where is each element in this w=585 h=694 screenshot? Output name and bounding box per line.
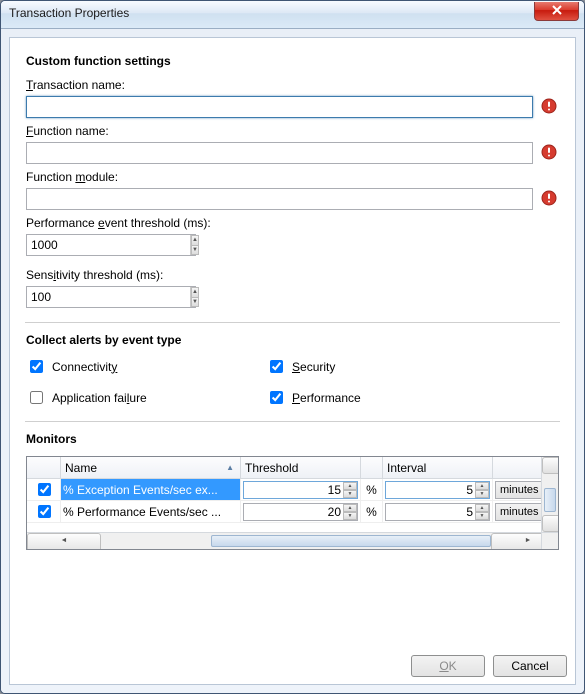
scrollbar-corner xyxy=(541,532,558,549)
monitors-table: Name▲ Threshold Interval % Exception Eve… xyxy=(26,456,559,550)
separator xyxy=(25,421,560,422)
checkbox-security[interactable]: Security xyxy=(266,357,506,376)
col-header-unit[interactable] xyxy=(361,457,383,479)
error-icon xyxy=(541,98,557,114)
scroll-thumb[interactable] xyxy=(211,535,491,547)
function-name-input[interactable] xyxy=(26,142,533,164)
checkbox-performance[interactable]: Performance xyxy=(266,388,506,407)
row-unit: % xyxy=(366,483,377,497)
sens-threshold-spinner[interactable]: ▲▼ xyxy=(26,286,196,308)
row-name: % Performance Events/sec ... xyxy=(63,505,238,519)
label-perf-threshold: Performance event threshold (ms): xyxy=(26,216,559,230)
row-unit: % xyxy=(366,505,377,519)
row-threshold-spinner[interactable]: ▲▼ xyxy=(243,481,358,499)
cancel-button[interactable]: Cancel xyxy=(493,655,567,677)
perf-threshold-spinner[interactable]: ▲▼ xyxy=(26,234,196,256)
window-title: Transaction Properties xyxy=(9,6,129,20)
table-row[interactable]: % Performance Events/sec ... ▲▼ % ▲▼ min… xyxy=(27,501,559,523)
dialog-footer: OK Cancel xyxy=(10,648,575,684)
row-interval-spinner[interactable]: ▲▼ xyxy=(385,481,490,499)
table-row[interactable]: % Exception Events/sec ex... ▲▼ % ▲▼ min… xyxy=(27,479,559,501)
sens-threshold-input[interactable] xyxy=(27,287,190,307)
error-icon xyxy=(541,190,557,206)
horizontal-scrollbar[interactable]: ◄ ► xyxy=(27,532,541,549)
row-name: % Exception Events/sec ex... xyxy=(63,483,238,497)
content-panel: Custom function settings Transaction nam… xyxy=(9,37,576,685)
transaction-name-input[interactable] xyxy=(26,96,533,118)
row-checkbox[interactable] xyxy=(38,483,51,496)
separator xyxy=(25,322,560,323)
dialog-window: Transaction Properties Custom function s… xyxy=(0,0,585,694)
title-bar[interactable]: Transaction Properties xyxy=(1,1,584,29)
spin-up[interactable]: ▲ xyxy=(191,287,199,297)
perf-threshold-input[interactable] xyxy=(27,235,190,255)
dialog-body: Custom function settings Transaction nam… xyxy=(1,29,584,693)
section-heading-monitors: Monitors xyxy=(26,432,559,446)
spin-down[interactable]: ▼ xyxy=(191,297,199,308)
checkbox-failure[interactable]: Application failure xyxy=(26,388,266,407)
spin-up[interactable]: ▲ xyxy=(191,235,199,245)
table-header: Name▲ Threshold Interval xyxy=(27,457,559,479)
vertical-scrollbar[interactable]: ▲ ▼ xyxy=(541,457,558,532)
error-icon xyxy=(541,144,557,160)
label-transaction-name: Transaction name: xyxy=(26,78,559,92)
scroll-up-button[interactable]: ▲ xyxy=(542,457,559,474)
col-header-check[interactable] xyxy=(27,457,61,479)
label-function-name: Function name: xyxy=(26,124,559,138)
col-header-interval[interactable]: Interval xyxy=(383,457,493,479)
sort-asc-icon: ▲ xyxy=(226,463,234,472)
col-header-threshold[interactable]: Threshold xyxy=(241,457,361,479)
close-button[interactable] xyxy=(534,2,579,21)
section-heading-custom: Custom function settings xyxy=(26,54,559,68)
checkbox-connectivity[interactable]: Connectivity xyxy=(26,357,266,376)
function-module-input[interactable] xyxy=(26,188,533,210)
label-sens-threshold: Sensitivity threshold (ms): xyxy=(26,268,559,282)
row-interval-spinner[interactable]: ▲▼ xyxy=(385,503,490,521)
ok-button[interactable]: OK xyxy=(411,655,485,677)
label-function-module: Function module: xyxy=(26,170,559,184)
col-header-name[interactable]: Name▲ xyxy=(61,457,241,479)
row-checkbox[interactable] xyxy=(38,505,51,518)
spin-down[interactable]: ▼ xyxy=(191,245,199,256)
section-heading-alerts: Collect alerts by event type xyxy=(26,333,559,347)
row-threshold-spinner[interactable]: ▲▼ xyxy=(243,503,358,521)
scroll-left-button[interactable]: ◄ xyxy=(27,533,101,550)
scroll-down-button[interactable]: ▼ xyxy=(542,515,559,532)
scroll-thumb[interactable] xyxy=(544,488,556,512)
